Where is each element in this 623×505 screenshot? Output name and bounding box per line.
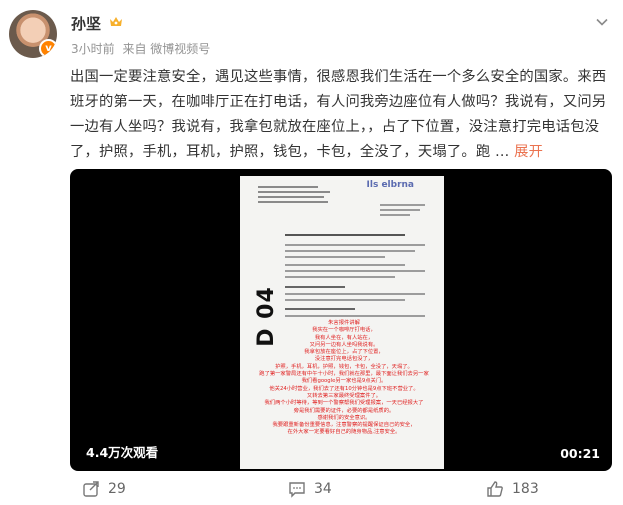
like-count: 183 [512, 481, 539, 497]
doc-red-line: 在外大家一定要看好自己的随身物品,注意安全。 [287, 429, 401, 436]
doc-red-line: 我们两个小时等待，等到一个警察帮我们受理报案，一天已经报大了 [264, 400, 424, 407]
doc-logo: Ils elbrna [366, 180, 414, 190]
doc-header-lines [258, 186, 338, 206]
post-source: 来自 微博视频号 [122, 42, 211, 56]
author-avatar[interactable]: v [9, 10, 57, 58]
repost-button[interactable]: 29 [82, 480, 126, 498]
video-player[interactable]: Ils elbrna D 04 朱言报件讲解 我实在一个咖啡厅打电话， 我有人坐在，… [70, 169, 612, 471]
repost-icon [83, 481, 99, 497]
post-meta: 3小时前 来自 微博视频号 [71, 40, 214, 57]
doc-red-line: 他关24小时营业，我们去了还有10分钟也是9点下班不营业了。 [269, 385, 419, 392]
post-time[interactable]: 3小时前 [71, 42, 115, 56]
doc-red-line: 我有人坐在，有人站在， [314, 334, 374, 341]
action-bar: 29 34 183 [0, 480, 623, 505]
crown-icon [110, 17, 122, 26]
thumbs-up-icon [487, 481, 503, 497]
doc-red-line: 没注意打完电话包没了， [314, 356, 374, 363]
view-count: 4.4万次观看 [86, 445, 159, 460]
verified-badge-icon: v [39, 39, 57, 58]
like-button[interactable]: 183 [486, 480, 539, 498]
chevron-down-icon[interactable] [595, 15, 609, 29]
doc-red-line: 我实在一个咖啡厅打电话， [312, 327, 376, 334]
post-content: 出国一定要注意安全，遇见这些事情，很感恩我们生活在一个多么安全的国家。来西班牙的… [70, 65, 616, 165]
doc-red-line: 我们看google另一家也是9点关门。 [301, 378, 387, 385]
expand-link[interactable]: 展开 [514, 144, 543, 160]
video-duration: 00:21 [560, 446, 600, 461]
comment-button[interactable]: 34 [288, 480, 332, 498]
repost-count: 29 [108, 481, 126, 497]
doc-red-line: 旁是我们需要的证件，必要的都是纸质的。 [293, 407, 395, 414]
author-name[interactable]: 孙坚 [71, 13, 101, 34]
video-frame-document: Ils elbrna D 04 朱言报件讲解 我实在一个咖啡厅打电话， 我有人坐在，… [240, 176, 444, 469]
comment-icon [289, 482, 305, 498]
doc-red-caption: 朱言报件讲解 我实在一个咖啡厅打电话， 我有人坐在，有人站在， 又问另一边有人坐吗我说… [254, 320, 434, 437]
doc-red-line: 护照，手机，耳机，护照，钱包，卡包，全没了，天塌了。 [275, 363, 413, 370]
comment-count: 34 [314, 481, 332, 497]
